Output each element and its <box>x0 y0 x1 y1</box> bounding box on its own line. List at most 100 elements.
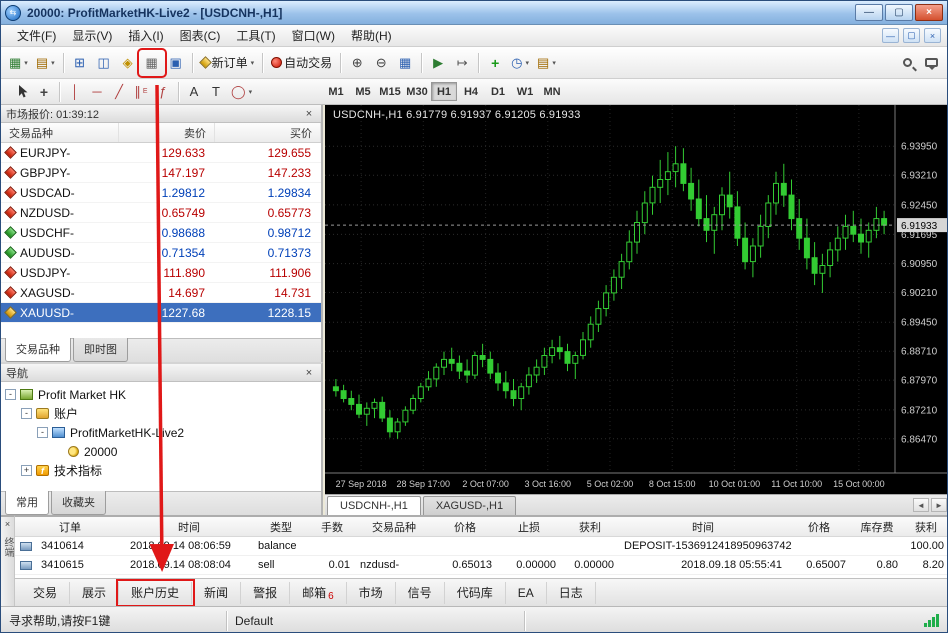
restore-button[interactable]: ▢ <box>885 4 913 21</box>
fibonacci-tool[interactable]: ƒ <box>152 82 174 102</box>
periods-button[interactable]: ◷▾ <box>507 51 533 75</box>
menu-window[interactable]: 窗口(W) <box>284 25 343 46</box>
horizontal-line-tool[interactable]: ─ <box>86 82 108 102</box>
close-icon[interactable]: × <box>302 108 316 120</box>
navigator-tab-1[interactable]: 收藏夹 <box>51 491 106 515</box>
bottom-tab-market[interactable]: 市场 <box>347 582 396 604</box>
tf-m15[interactable]: M15 <box>377 82 403 101</box>
crosshair-tool[interactable]: + <box>33 82 55 102</box>
indicators-button[interactable]: + <box>483 51 507 75</box>
market-watch-button[interactable]: ⊞ <box>68 51 92 75</box>
close-button[interactable]: × <box>915 4 943 21</box>
terminal-column-8[interactable]: 时间 <box>619 519 787 535</box>
bottom-tab-signals[interactable]: 信号 <box>396 582 445 604</box>
scroll-left-icon[interactable]: ◄ <box>913 498 929 512</box>
bottom-tab-mailbox[interactable]: 邮箱6 <box>290 582 347 604</box>
trendline-tool[interactable]: ╱ <box>108 82 130 102</box>
tf-w1[interactable]: W1 <box>512 82 538 101</box>
chart-tab-usdcnh[interactable]: USDCNH-,H1 <box>327 496 421 515</box>
vertical-line-tool[interactable]: │ <box>64 82 86 102</box>
terminal-column-4[interactable]: 交易品种 <box>355 519 433 535</box>
cursor-tool[interactable] <box>11 82 33 102</box>
bottom-tab-exposure[interactable]: 展示 <box>70 582 119 604</box>
auto-scroll-button[interactable]: ▶ <box>426 51 450 75</box>
market-row-audusd[interactable]: AUDUSD-0.713540.71373 <box>1 243 321 263</box>
scroll-right-icon[interactable]: ► <box>931 498 947 512</box>
zoom-in-button[interactable]: ⊕ <box>345 51 369 75</box>
bottom-tab-code-base[interactable]: 代码库 <box>445 582 506 604</box>
strategy-tester-button[interactable]: ▣ <box>164 51 188 75</box>
bottom-tab-journal[interactable]: 日志 <box>547 582 596 604</box>
autotrading-button[interactable]: 自动交易 <box>267 51 336 75</box>
navigator-account-20000[interactable]: 20000 <box>1 442 321 461</box>
minimize-button[interactable]: — <box>855 4 883 21</box>
tf-d1[interactable]: D1 <box>485 82 511 101</box>
terminal-column-7[interactable]: 获利 <box>561 519 619 535</box>
market-row-usdcad[interactable]: USDCAD-1.298121.29834 <box>1 183 321 203</box>
terminal-column-10[interactable]: 库存费 <box>851 519 903 535</box>
tf-mn[interactable]: MN <box>539 82 565 101</box>
terminal-column-2[interactable]: 类型 <box>253 519 309 535</box>
menu-view[interactable]: 显示(V) <box>64 25 120 46</box>
collapse-icon[interactable]: - <box>21 408 32 419</box>
menu-file[interactable]: 文件(F) <box>9 25 64 46</box>
terminal-column-11[interactable]: 获利 <box>903 519 948 535</box>
collapse-icon[interactable]: - <box>5 389 16 400</box>
label-tool[interactable]: T <box>205 82 227 102</box>
navigator-root[interactable]: -Profit Market HK <box>1 385 321 404</box>
terminal-column-1[interactable]: 时间 <box>125 519 253 535</box>
menu-charts[interactable]: 图表(C) <box>172 25 229 46</box>
menu-insert[interactable]: 插入(I) <box>120 25 171 46</box>
history-row[interactable]: 34106142018.09.14 08:06:59balanceDEPOSIT… <box>15 537 948 556</box>
close-icon[interactable]: × <box>5 520 10 529</box>
market-row-xauusd[interactable]: XAUUSD-1227.681228.15 <box>1 303 321 323</box>
column-symbol[interactable]: 交易品种 <box>1 123 119 142</box>
profile-selector[interactable]: Default <box>227 611 525 631</box>
market-row-nzdusd[interactable]: NZDUSD-0.657490.65773 <box>1 203 321 223</box>
navigator-accounts[interactable]: -账户 <box>1 404 321 423</box>
terminal-column-6[interactable]: 止损 <box>497 519 561 535</box>
tf-m1[interactable]: M1 <box>323 82 349 101</box>
bottom-tab-news[interactable]: 新闻 <box>192 582 241 604</box>
market-row-usdchf[interactable]: USDCHF-0.986880.98712 <box>1 223 321 243</box>
mdi-close-button[interactable]: × <box>924 28 941 43</box>
market-row-eurjpy[interactable]: EURJPY-129.633129.655 <box>1 143 321 163</box>
profiles-button[interactable]: ▤▾ <box>32 51 59 75</box>
tf-m5[interactable]: M5 <box>350 82 376 101</box>
bottom-tab-alerts[interactable]: 警报 <box>241 582 290 604</box>
navigator-indicators[interactable]: +f技术指标 <box>1 461 321 480</box>
terminal-column-0[interactable]: 订单 <box>15 519 125 535</box>
expand-icon[interactable]: + <box>21 465 32 476</box>
new-order-button[interactable]: 新订单▾ <box>197 51 259 75</box>
terminal-column-9[interactable]: 价格 <box>787 519 851 535</box>
bottom-tab-trade[interactable]: 交易 <box>21 582 70 604</box>
channel-tool[interactable]: ∥E <box>130 82 152 102</box>
bottom-tab-account-history[interactable]: 账户历史 <box>119 582 192 604</box>
find-symbol-button[interactable] <box>895 51 919 75</box>
market-row-gbpjpy[interactable]: GBPJPY-147.197147.233 <box>1 163 321 183</box>
chart-tab-xagusd[interactable]: XAGUSD-,H1 <box>423 496 516 515</box>
market-watch-tab-0[interactable]: 交易品种 <box>5 338 71 362</box>
templates-button[interactable]: ▤▾ <box>533 51 560 75</box>
price-chart[interactable]: 6.939506.932106.924506.916956.909506.902… <box>325 105 948 494</box>
column-ask[interactable]: 买价 <box>215 123 321 142</box>
market-row-xagusd[interactable]: XAGUSD-14.69714.731 <box>1 283 321 303</box>
terminal-button[interactable]: ▦ <box>140 51 164 75</box>
navigator-server[interactable]: -ProfitMarketHK-Live2 <box>1 423 321 442</box>
tf-h1[interactable]: H1 <box>431 82 457 101</box>
zoom-out-button[interactable]: ⊖ <box>369 51 393 75</box>
menu-tools[interactable]: 工具(T) <box>228 25 283 46</box>
collapse-icon[interactable]: - <box>37 427 48 438</box>
tile-windows-button[interactable]: ▦ <box>393 51 417 75</box>
tf-h4[interactable]: H4 <box>458 82 484 101</box>
shapes-tool[interactable]: ◯▾ <box>227 82 256 102</box>
mdi-minimize-button[interactable]: — <box>882 28 899 43</box>
history-row[interactable]: 34106152018.09.14 08:08:04sell0.01nzdusd… <box>15 556 948 575</box>
menu-help[interactable]: 帮助(H) <box>343 25 400 46</box>
column-bid[interactable]: 卖价 <box>119 123 215 142</box>
data-window-button[interactable]: ◫ <box>92 51 116 75</box>
mdi-restore-button[interactable]: ▢ <box>903 28 920 43</box>
tf-m30[interactable]: M30 <box>404 82 430 101</box>
terminal-column-5[interactable]: 价格 <box>433 519 497 535</box>
market-row-usdjpy[interactable]: USDJPY-111.890111.906 <box>1 263 321 283</box>
